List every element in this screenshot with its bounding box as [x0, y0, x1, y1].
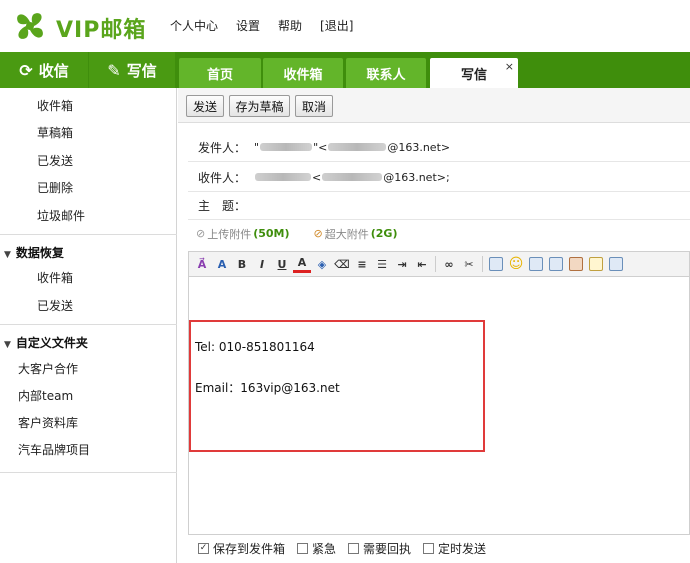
- top-nav: 个人中心 设置 帮助 [退出]: [170, 17, 353, 34]
- receive-button[interactable]: ⟳ 收信: [0, 52, 88, 88]
- indent-icon[interactable]: ⇥: [393, 255, 411, 273]
- clover-logo-icon: [17, 13, 43, 39]
- emoji-icon[interactable]: ☺: [507, 255, 525, 273]
- save-draft-button[interactable]: 存为草稿: [229, 95, 290, 117]
- triangle-down-icon: ▼: [4, 250, 11, 260]
- underline-icon[interactable]: U: [273, 255, 291, 273]
- sidebar-item-drafts[interactable]: 草稿箱: [37, 124, 73, 141]
- receive-label: 收信: [38, 61, 69, 80]
- font-color-icon[interactable]: A: [293, 255, 311, 273]
- message-body-editor[interactable]: Tel: 010-851801164 Email：163vip@163.net: [188, 277, 690, 535]
- section-custom-folders[interactable]: ▼ 自定义文件夹: [4, 334, 88, 351]
- tab-compose[interactable]: 写信 ×: [430, 58, 518, 88]
- subject-label: 主 题：: [198, 198, 247, 213]
- from-value[interactable]: " "< @163.net>: [254, 141, 450, 154]
- redacted: [255, 173, 311, 181]
- compose-toolbar: 发送 存为草稿 取消: [178, 88, 690, 123]
- redacted: [322, 173, 383, 181]
- note-icon[interactable]: [529, 257, 543, 271]
- brand-name: VIP邮箱: [56, 18, 147, 43]
- subject-input[interactable]: [254, 195, 690, 215]
- card-icon[interactable]: [609, 257, 623, 271]
- italic-icon[interactable]: I: [253, 255, 271, 273]
- tab-contacts[interactable]: 联系人: [346, 58, 426, 88]
- list-icon[interactable]: ☰: [373, 255, 391, 273]
- action-bar: ⟳ 收信 ✎ 写信 首页 收件箱 联系人 写信 ×: [0, 52, 690, 88]
- to-field[interactable]: < @163.net>;: [254, 171, 450, 184]
- outdent-icon[interactable]: ⇤: [413, 255, 431, 273]
- send-options: ✓ 保存到发件箱 紧急 需要回执 定时发送: [198, 539, 492, 557]
- to-row: 收件人： < @163.net>;: [188, 163, 690, 192]
- tab-inbox[interactable]: 收件箱: [263, 58, 343, 88]
- option-urgent[interactable]: 紧急: [297, 540, 336, 557]
- sidebar-item-custom[interactable]: 客户资料库: [18, 414, 78, 431]
- nav-settings[interactable]: 设置: [236, 17, 260, 34]
- compose-button[interactable]: ✎ 写信: [89, 52, 175, 88]
- send-button[interactable]: 发送: [186, 95, 224, 117]
- checkbox-icon[interactable]: [348, 542, 360, 554]
- divider: [0, 324, 177, 325]
- option-scheduled-send[interactable]: 定时发送: [423, 540, 486, 557]
- close-icon[interactable]: ×: [505, 60, 514, 73]
- screen-icon[interactable]: [549, 257, 563, 271]
- sidebar-item-recovery-sent[interactable]: 已发送: [37, 297, 73, 314]
- divider: [0, 472, 177, 473]
- sidebar-item-deleted[interactable]: 已删除: [37, 179, 73, 196]
- format-painter-icon[interactable]: A⃗: [193, 255, 211, 273]
- link-icon[interactable]: ∞: [440, 255, 458, 273]
- signature-email: Email：163vip@163.net: [195, 381, 340, 395]
- from-row: 发件人： " "< @163.net>: [188, 133, 690, 162]
- option-read-receipt[interactable]: 需要回执: [348, 540, 411, 557]
- paperclip-icon: ⊘: [196, 227, 206, 240]
- image-icon[interactable]: [489, 257, 503, 271]
- paperclip-icon: ⊘: [313, 227, 323, 240]
- nav-logout[interactable]: [退出]: [320, 17, 353, 34]
- screenshot-icon[interactable]: [569, 257, 583, 271]
- compose-label: 写信: [126, 61, 157, 80]
- checkbox-checked-icon[interactable]: ✓: [198, 542, 209, 554]
- sidebar: 收件箱 草稿箱 已发送 已删除 垃圾邮件 ▼ 数据恢复 收件箱 已发送 ▼ 自定义文…: [0, 88, 177, 563]
- highlight-box: Tel: 010-851801164 Email：163vip@163.net: [189, 320, 485, 452]
- calendar-icon[interactable]: [589, 257, 603, 271]
- signature-tel: Tel: 010-851801164: [195, 340, 315, 354]
- redacted: [260, 143, 313, 151]
- edit-icon: ✎: [107, 60, 121, 80]
- section-data-recovery[interactable]: ▼ 数据恢复: [4, 244, 64, 261]
- cancel-button[interactable]: 取消: [295, 95, 333, 117]
- tab-home[interactable]: 首页: [179, 58, 261, 88]
- align-icon[interactable]: ≡: [353, 255, 371, 273]
- divider: [0, 234, 177, 235]
- separator: [482, 256, 483, 272]
- nav-help[interactable]: 帮助: [278, 17, 302, 34]
- bold-icon[interactable]: B: [233, 255, 251, 273]
- sidebar-item-custom[interactable]: 内部team: [18, 387, 73, 404]
- nav-personal-center[interactable]: 个人中心: [170, 17, 218, 34]
- to-label: 收件人：: [198, 170, 247, 185]
- large-attachment-link[interactable]: ⊘ 超大附件 (2G): [314, 226, 398, 242]
- option-save-to-sent[interactable]: ✓ 保存到发件箱: [198, 540, 285, 557]
- sidebar-item-sent[interactable]: 已发送: [37, 152, 73, 169]
- sidebar-item-recovery-inbox[interactable]: 收件箱: [37, 269, 73, 286]
- checkbox-icon[interactable]: [297, 542, 309, 554]
- sidebar-item-custom[interactable]: 汽车品牌项目: [18, 441, 90, 458]
- unlink-icon[interactable]: ✂: [460, 255, 478, 273]
- header: VIP邮箱 个人中心 设置 帮助 [退出]: [0, 0, 690, 52]
- eraser-icon[interactable]: ⌫: [333, 255, 351, 273]
- checkbox-icon[interactable]: [423, 542, 435, 554]
- editor-toolbar: A⃗ A B I U A ◈ ⌫ ≡ ☰ ⇥ ⇤ ∞ ✂ ☺: [188, 251, 690, 277]
- highlight-icon[interactable]: ◈: [313, 255, 331, 273]
- sidebar-item-custom[interactable]: 大客户合作: [18, 360, 78, 377]
- redacted: [328, 143, 387, 151]
- font-icon[interactable]: A: [213, 255, 231, 273]
- refresh-icon: ⟳: [19, 60, 33, 80]
- upload-attachment-link[interactable]: ⊘ 上传附件 (50M): [196, 226, 290, 242]
- compose-panel: 发送 存为草稿 取消 发件人： " "< @163.net> 收件人： < @1…: [178, 88, 690, 563]
- sidebar-item-inbox[interactable]: 收件箱: [37, 97, 73, 114]
- from-label: 发件人：: [198, 140, 247, 155]
- attachment-row: ⊘ 上传附件 (50M) ⊘ 超大附件 (2G): [188, 219, 690, 248]
- separator: [435, 256, 436, 272]
- sidebar-item-spam[interactable]: 垃圾邮件: [37, 207, 85, 224]
- subject-row: 主 题：: [188, 191, 690, 220]
- triangle-down-icon: ▼: [4, 340, 11, 350]
